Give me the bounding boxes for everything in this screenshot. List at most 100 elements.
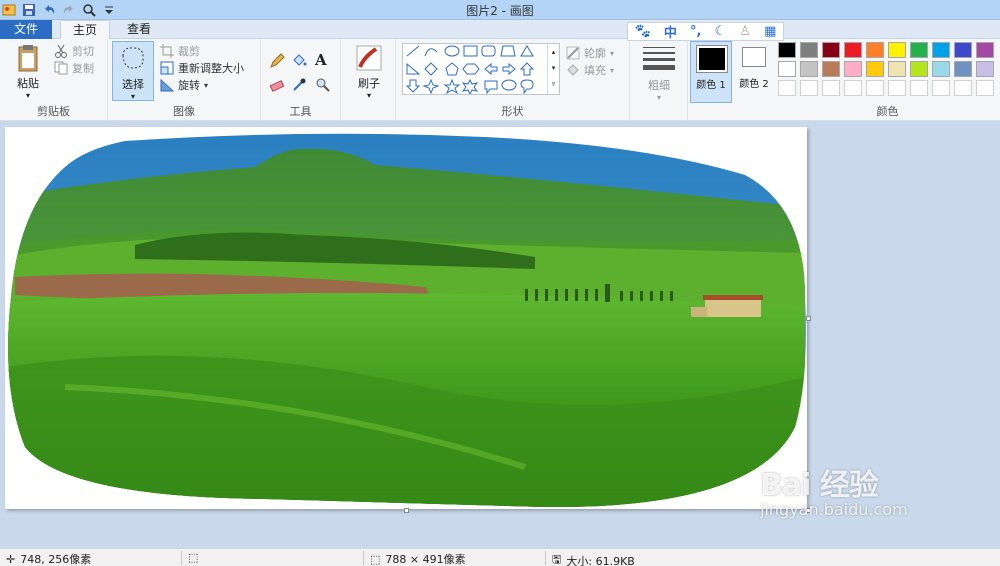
custom-color-slot[interactable]	[888, 80, 906, 96]
palette-color-swatch[interactable]	[888, 42, 906, 58]
ime-toolbar: 🐾 中 °, ☾ ♙ ▦	[627, 22, 784, 41]
fill-bucket-icon[interactable]	[291, 53, 307, 72]
copy-icon	[54, 61, 68, 75]
scissors-icon	[54, 44, 68, 58]
tab-home[interactable]: 主页	[60, 20, 110, 40]
rotate-label: 旋转	[178, 79, 200, 92]
brushes-group: 刷子 ▾	[341, 39, 396, 121]
pencil-icon[interactable]	[269, 53, 285, 72]
status-divider	[181, 551, 182, 565]
rotate-dropdown-icon[interactable]: ▾	[204, 81, 208, 90]
status-divider	[545, 551, 546, 565]
size-button[interactable]: 粗细 ▾	[639, 45, 679, 102]
watermark-url: jingyan.baidu.com	[760, 500, 908, 519]
color1-swatch	[696, 45, 728, 73]
color1-label: 颜色 1	[696, 80, 726, 91]
cut-button[interactable]: 剪切	[54, 43, 94, 59]
custom-color-slot[interactable]	[822, 80, 840, 96]
canvas[interactable]	[5, 127, 807, 509]
crop-button[interactable]: 裁剪	[160, 43, 200, 59]
custom-color-slot[interactable]	[932, 80, 950, 96]
palette-color-swatch[interactable]	[844, 42, 862, 58]
palette-color-swatch[interactable]	[954, 42, 972, 58]
custom-color-slot[interactable]	[778, 80, 796, 96]
ribbon: 粘贴 ▾ 剪切 复制 剪贴板 选择 ▾ 裁剪 重新调整大小 旋转 ▾ 图像 A …	[0, 39, 1000, 121]
disk-icon: 🖫	[552, 553, 562, 566]
palette-color-swatch[interactable]	[932, 42, 950, 58]
palette-color-swatch[interactable]	[800, 61, 818, 77]
moon-icon[interactable]: ☾	[715, 24, 727, 39]
select-freeform-icon	[118, 44, 148, 74]
color1-button[interactable]: 颜色 1	[690, 41, 732, 103]
palette-color-swatch[interactable]	[932, 61, 950, 77]
palette-color-swatch[interactable]	[866, 61, 884, 77]
title-bar: 图片2 - 画图	[0, 0, 1000, 20]
palette-color-swatch[interactable]	[822, 61, 840, 77]
file-size: 🖫 大小: 61.9KB	[552, 551, 635, 566]
paste-button[interactable]: 粘贴 ▾	[8, 43, 48, 100]
shapes-gallery[interactable]: ▴ ▾ ▿	[402, 43, 560, 96]
rotate-icon	[160, 78, 175, 92]
user-icon[interactable]: ♙	[739, 24, 751, 39]
tab-view[interactable]: 查看	[114, 20, 164, 39]
copy-button[interactable]: 复制	[54, 60, 94, 76]
shapes-scroll[interactable]: ▴ ▾ ▿	[547, 44, 559, 94]
tab-file[interactable]: 文件	[0, 20, 52, 39]
shapes-gallery-icons	[405, 45, 535, 96]
select-dropdown-icon[interactable]: ▾	[113, 92, 153, 101]
paw-icon[interactable]: 🐾	[635, 24, 651, 39]
tools-group-label: 工具	[289, 105, 312, 118]
palette-color-swatch[interactable]	[910, 42, 928, 58]
ime-chinese-mode[interactable]: 中	[664, 22, 677, 41]
fill-button[interactable]: 填充 ▾	[566, 62, 614, 78]
custom-color-slot[interactable]	[976, 80, 994, 96]
outline-dropdown-icon[interactable]: ▾	[610, 49, 614, 58]
status-divider	[363, 551, 364, 565]
custom-color-slot[interactable]	[910, 80, 928, 96]
palette-color-swatch[interactable]	[778, 61, 796, 77]
shapes-group: ▴ ▾ ▿ 轮廓 ▾ 填充 ▾ 形状	[396, 39, 630, 121]
paste-label: 粘贴	[17, 77, 39, 90]
magnifier-icon[interactable]	[315, 77, 331, 96]
resize-icon	[160, 61, 174, 75]
brushes-dropdown-icon[interactable]: ▾	[349, 91, 389, 100]
grid-icon[interactable]: ▦	[764, 24, 776, 39]
resize-handle-right[interactable]	[806, 316, 811, 321]
custom-color-slot[interactable]	[866, 80, 884, 96]
window-title: 图片2 - 画图	[466, 4, 534, 18]
custom-color-slot[interactable]	[844, 80, 862, 96]
palette-color-swatch[interactable]	[800, 42, 818, 58]
palette-color-swatch[interactable]	[822, 42, 840, 58]
palette-color-swatch[interactable]	[910, 61, 928, 77]
cursor-position-text: 748, 256像素	[20, 553, 92, 566]
text-tool-icon[interactable]: A	[315, 51, 327, 69]
punctuation-icon[interactable]: °,	[690, 24, 701, 39]
size-dropdown-icon[interactable]: ▾	[639, 93, 679, 102]
palette-color-swatch[interactable]	[976, 61, 994, 77]
fill-dropdown-icon[interactable]: ▾	[610, 66, 614, 75]
palette-color-swatch[interactable]	[778, 42, 796, 58]
image-dimensions: ⬚ 788 × 491像素	[370, 551, 466, 566]
color2-button[interactable]: 颜色 2	[734, 41, 774, 103]
color-picker-icon[interactable]	[291, 77, 307, 96]
color2-label: 颜色 2	[739, 79, 769, 90]
palette-color-swatch[interactable]	[954, 61, 972, 77]
brushes-label: 刷子	[358, 77, 380, 90]
palette-color-swatch[interactable]	[976, 42, 994, 58]
fill-icon	[566, 63, 580, 77]
paste-dropdown-icon[interactable]: ▾	[8, 91, 48, 100]
rotate-button[interactable]: 旋转 ▾	[160, 77, 208, 93]
outline-button[interactable]: 轮廓 ▾	[566, 45, 614, 61]
image-group-label: 图像	[173, 105, 195, 118]
palette-color-swatch[interactable]	[844, 61, 862, 77]
palette-color-swatch[interactable]	[888, 61, 906, 77]
select-button[interactable]: 选择 ▾	[112, 41, 154, 101]
palette-color-swatch[interactable]	[866, 42, 884, 58]
eraser-icon[interactable]	[269, 77, 285, 96]
resize-button[interactable]: 重新调整大小	[160, 60, 244, 76]
custom-color-slot[interactable]	[800, 80, 818, 96]
cursor-position: ✛ 748, 256像素	[6, 551, 91, 566]
custom-color-slot[interactable]	[954, 80, 972, 96]
brushes-button[interactable]: 刷子 ▾	[349, 43, 389, 100]
resize-handle-bottom[interactable]	[404, 508, 409, 513]
